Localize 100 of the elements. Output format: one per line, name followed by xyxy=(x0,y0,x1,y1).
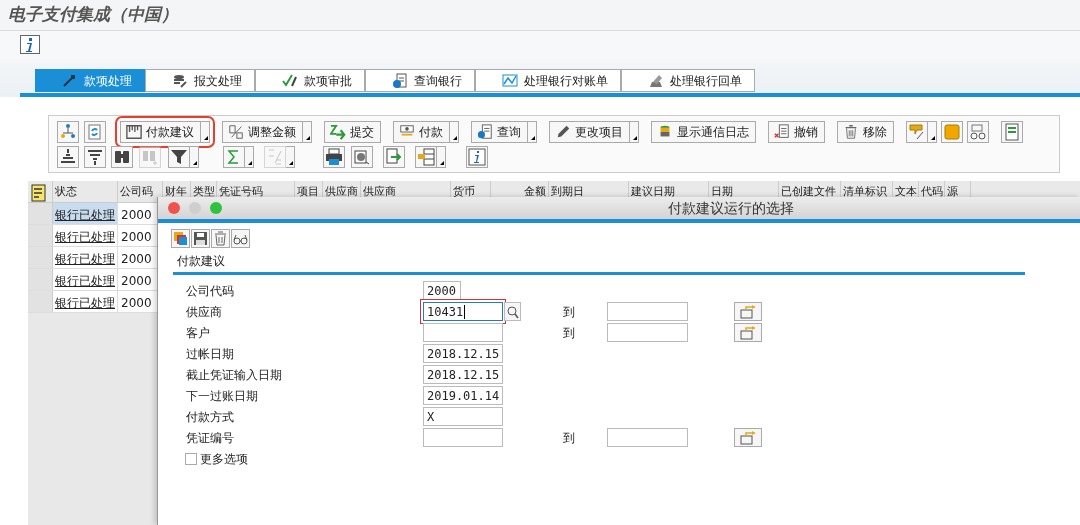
stamp-icon xyxy=(648,72,664,89)
search-button[interactable] xyxy=(504,302,521,321)
layout-icon xyxy=(30,184,48,202)
field-label: 付款方式 xyxy=(186,408,235,426)
dropdown-button[interactable] xyxy=(450,120,459,143)
toolbar-button[interactable]: 调整金额 xyxy=(222,120,303,143)
hierarchy-icon xyxy=(59,122,77,141)
toolbar-button[interactable]: 显示通信日志 xyxy=(651,120,756,143)
input-field[interactable] xyxy=(423,428,503,447)
toolbar-icon-button[interactable] xyxy=(111,145,133,168)
chart-icon xyxy=(502,72,518,89)
close-button[interactable] xyxy=(168,202,180,214)
toolbar-icon-button[interactable] xyxy=(351,145,373,168)
toolbar-icon-button[interactable] xyxy=(84,145,106,168)
status-link[interactable]: 银行已处理 xyxy=(53,203,118,224)
query-icon xyxy=(477,123,493,140)
wand-icon xyxy=(62,72,78,89)
toolbar-icon-button[interactable] xyxy=(168,145,190,168)
tab[interactable]: 处理银行回单 xyxy=(621,69,755,92)
arrow-icon xyxy=(330,123,346,140)
arrow-box-icon xyxy=(740,325,756,340)
checkbox[interactable] xyxy=(185,452,197,465)
toolbar-button[interactable]: 查询 xyxy=(471,120,528,143)
tab[interactable]: 报文处理 xyxy=(145,69,255,92)
tab[interactable]: 款项审批 xyxy=(255,69,365,92)
toolbar-button[interactable]: 撤销 xyxy=(768,120,825,143)
multiple-selection-button[interactable] xyxy=(734,428,762,447)
section-title: 付款建议 xyxy=(177,254,225,268)
sort-descending-icon xyxy=(86,147,104,166)
toolbar-icon-button[interactable] xyxy=(231,229,250,248)
toolbar-icon-button[interactable] xyxy=(57,145,79,168)
trash-icon xyxy=(213,231,228,246)
tab[interactable]: 查询银行 xyxy=(365,69,475,92)
printer-icon xyxy=(325,147,343,166)
field-label: 供应商 xyxy=(186,303,223,321)
multiple-selection-button[interactable] xyxy=(734,323,762,342)
search-icon xyxy=(506,305,519,320)
table-cell-text: 2000 xyxy=(120,229,153,246)
toolbar-button[interactable]: 付款建议 xyxy=(120,120,201,143)
dropdown-button[interactable] xyxy=(245,145,254,168)
column-header: 状态 xyxy=(53,181,118,202)
multiple-selection-button[interactable] xyxy=(734,302,762,321)
input-field[interactable] xyxy=(423,323,503,342)
input-field[interactable] xyxy=(607,428,688,447)
field-label: 客户 xyxy=(186,324,211,342)
tab[interactable]: 款项处理 xyxy=(35,69,145,92)
dropdown-button[interactable] xyxy=(201,120,210,143)
glasses-icon xyxy=(969,122,987,141)
dropdown-button[interactable] xyxy=(303,120,312,143)
status-link[interactable]: 银行已处理 xyxy=(53,225,118,246)
dropdown-button[interactable] xyxy=(928,120,937,143)
copy-icon xyxy=(173,231,188,246)
dropdown-button[interactable] xyxy=(190,145,199,168)
input-field[interactable]: 10431 xyxy=(423,302,503,321)
tab[interactable]: 处理银行对账单 xyxy=(475,69,621,92)
check-icon xyxy=(282,72,298,89)
range-label: 到 xyxy=(563,303,576,321)
highlighter-icon xyxy=(908,122,926,141)
field-label: 下一过账日期 xyxy=(186,387,259,405)
status-link[interactable]: 银行已处理 xyxy=(53,269,118,290)
toolbar-icon-button[interactable] xyxy=(323,145,345,168)
range-label: 到 xyxy=(563,324,576,342)
field-label: 公司代码 xyxy=(186,282,235,300)
toolbar-button[interactable]: 更改项目 xyxy=(549,120,630,143)
cancel-icon xyxy=(774,123,790,140)
layout-icon xyxy=(1003,122,1021,141)
pencil-icon xyxy=(555,123,571,140)
status-link[interactable]: 银行已处理 xyxy=(53,247,118,268)
toolbar-button[interactable]: 提交 xyxy=(324,120,381,143)
toolbar-icon-button[interactable] xyxy=(191,229,210,248)
trash-icon xyxy=(843,123,859,140)
field-label: 凭证编号 xyxy=(186,429,235,447)
arrow-box-icon xyxy=(740,304,756,319)
arrow-box-icon xyxy=(740,430,756,445)
subtotal-icon xyxy=(266,147,284,166)
filter-icon xyxy=(170,147,188,166)
toolbar-button[interactable]: 付款 xyxy=(393,120,450,143)
input-field[interactable]: X xyxy=(423,407,503,426)
toolbar-icon-button[interactable] xyxy=(466,145,488,168)
toolbar-icon-button[interactable] xyxy=(171,229,190,248)
status-link[interactable]: 银行已处理 xyxy=(53,291,118,312)
refresh-icon xyxy=(86,122,104,141)
table-cell-text: 2000 xyxy=(120,295,153,312)
stack-icon xyxy=(172,72,188,89)
table-cell-text: 2000 xyxy=(120,273,153,290)
range-label: 到 xyxy=(563,429,576,447)
input-field[interactable]: 2019.01.14 xyxy=(423,386,503,405)
input-field[interactable] xyxy=(607,323,688,342)
input-field[interactable] xyxy=(607,302,688,321)
toolbar-button[interactable]: 移除 xyxy=(837,120,894,143)
input-field[interactable]: 2018.12.15 xyxy=(423,365,503,384)
dropdown-button[interactable] xyxy=(437,145,446,168)
page-title: 电子支付集成（中国） xyxy=(0,0,1080,31)
note-icon xyxy=(943,122,961,141)
dropdown-button[interactable] xyxy=(528,120,537,143)
toolbar-icon-button[interactable] xyxy=(967,120,989,143)
dropdown-button[interactable] xyxy=(630,120,639,143)
info-button[interactable] xyxy=(20,35,40,54)
maximize-button[interactable] xyxy=(210,202,222,214)
input-field[interactable]: 2018.12.15 xyxy=(423,344,503,363)
